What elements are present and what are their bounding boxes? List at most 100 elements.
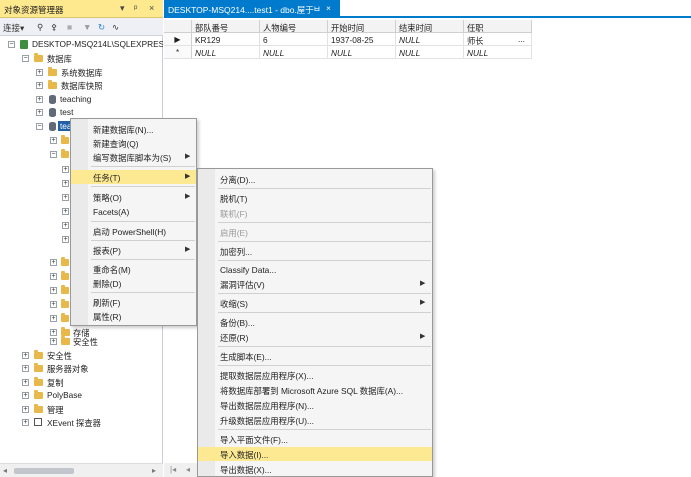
scroll-left-icon[interactable]: ◂ (3, 466, 7, 475)
menu-item-import-flat-file[interactable]: 导入平面文件(F)... (198, 432, 432, 446)
tree-node-xevent[interactable]: + XEvent 探查器 (22, 416, 163, 429)
ellipsis-button[interactable]: ... (518, 34, 525, 44)
expand-icon[interactable]: + (36, 69, 43, 76)
pin-icon[interactable]: ㅂ (313, 3, 321, 15)
expand-icon[interactable]: + (50, 259, 57, 266)
tree-node-server[interactable]: − DESKTOP-MSQ214L\SQLEXPRESS (8, 38, 163, 51)
menu-item-encrypt-columns[interactable]: 加密列... (198, 244, 432, 258)
menu-item-bring-online[interactable]: 联机(F) (198, 206, 432, 220)
close-icon[interactable]: × (149, 3, 154, 13)
grid-cell[interactable]: NULL (464, 46, 532, 59)
tree-node-server-objects[interactable]: + 服务器对象 (22, 362, 163, 375)
disconnect-icon[interactable]: ⚴ (51, 22, 57, 33)
menu-item-upgrade-data-tier[interactable]: 升级数据层应用程序(U)... (198, 413, 432, 427)
menu-item-properties[interactable]: 属性(R) (71, 309, 196, 323)
tree-node-subfolder[interactable]: + (50, 298, 70, 311)
expand-icon[interactable]: + (36, 82, 43, 89)
menu-item-policies[interactable]: 策略(O) ▶ (71, 190, 196, 204)
expand-icon[interactable]: + (50, 338, 57, 345)
menu-item-reports[interactable]: 报表(P) ▶ (71, 243, 196, 257)
grid-cell[interactable]: NULL (260, 46, 328, 59)
expand-icon[interactable]: + (62, 194, 69, 201)
menu-item-vulnerability-assessment[interactable]: 漏洞评估(V) ▶ (198, 277, 432, 291)
menu-item-facets[interactable]: Facets(A) (71, 205, 196, 219)
menu-item-shrink[interactable]: 收缩(S) ▶ (198, 296, 432, 310)
table-row-new[interactable]: * NULL NULL NULL NULL NULL (164, 46, 532, 59)
grid-cell[interactable]: 6 (260, 33, 328, 46)
connect-button[interactable]: 连接▾ (3, 22, 24, 34)
refresh-icon[interactable]: ↻ (98, 22, 105, 33)
expand-icon[interactable]: + (22, 419, 29, 426)
grid-cell[interactable]: NULL (328, 46, 396, 59)
grid-cell[interactable]: 1937-08-25 (328, 33, 396, 46)
tree-node-snapshots[interactable]: + 数据库快照 (36, 79, 163, 92)
tree-node-subfolder[interactable]: + (50, 270, 70, 283)
first-record-icon[interactable]: |◂ (170, 465, 176, 474)
tree-node-db-security[interactable]: + 安全性 (50, 335, 163, 348)
menu-item-new-database[interactable]: 新建数据库(N)... (71, 122, 196, 136)
menu-item-deploy-azure[interactable]: 将数据库部署到 Microsoft Azure SQL 数据库(A)... (198, 383, 432, 397)
expand-icon[interactable]: + (36, 96, 43, 103)
expand-icon[interactable]: + (50, 301, 57, 308)
previous-record-icon[interactable]: ◂ (186, 465, 190, 474)
menu-item-classify-data[interactable]: Classify Data... (198, 263, 432, 277)
scrollbar-thumb[interactable] (14, 468, 74, 474)
grid-cell[interactable]: KR129 (192, 33, 260, 46)
menu-item-export-data[interactable]: 导出数据(X)... (198, 462, 432, 476)
expand-icon[interactable]: + (22, 406, 29, 413)
column-header[interactable]: 部队番号 (192, 20, 260, 33)
tree-node-databases[interactable]: − 数据库 (22, 52, 163, 65)
close-icon[interactable]: × (326, 3, 331, 13)
filter-icon[interactable]: ▼ (83, 22, 91, 32)
grid-cell[interactable]: NULL (396, 46, 464, 59)
expand-icon[interactable]: + (62, 180, 69, 187)
stop-icon[interactable]: ■ (67, 22, 72, 32)
menu-item-refresh[interactable]: 刷新(F) (71, 295, 196, 309)
menu-item-export-data-tier[interactable]: 导出数据层应用程序(N)... (198, 398, 432, 412)
menu-item-backup[interactable]: 备份(B)... (198, 315, 432, 329)
expand-icon[interactable]: + (50, 287, 57, 294)
menu-item-tasks[interactable]: 任务(T) ▶ (71, 170, 196, 184)
collapse-icon[interactable]: − (50, 151, 57, 158)
horizontal-scrollbar[interactable]: ◂ ▸ (0, 463, 163, 477)
tree-node-management[interactable]: + 管理 (22, 403, 163, 416)
menu-item-take-offline[interactable]: 脱机(T) (198, 191, 432, 205)
pin-icon[interactable]: ᵖ (134, 3, 137, 13)
collapse-icon[interactable]: − (8, 41, 15, 48)
expand-icon[interactable]: + (62, 166, 69, 173)
menu-item-delete[interactable]: 删除(D) (71, 276, 196, 290)
expand-icon[interactable]: + (62, 222, 69, 229)
menu-item-powershell[interactable]: 启动 PowerShell(H) (71, 224, 196, 238)
scroll-right-icon[interactable]: ▸ (152, 466, 156, 475)
tree-node-subfolder[interactable]: + (50, 312, 70, 325)
column-header[interactable]: 结束时间 (396, 20, 464, 33)
menu-item-script-database[interactable]: 编写数据库脚本为(S) ▶ (71, 150, 196, 164)
collapse-icon[interactable]: − (22, 55, 29, 62)
tab-table-edit[interactable]: DESKTOP-MSQ214....test1 - dbo.屋于 ㅂ × (164, 0, 340, 18)
grid-cell[interactable]: NULL (192, 46, 260, 59)
tree-node-subfolder[interactable]: + (50, 134, 70, 147)
tree-node-system-databases[interactable]: + 系统数据库 (36, 66, 163, 79)
menu-item-new-query[interactable]: 新建查询(Q) (71, 136, 196, 150)
expand-icon[interactable]: + (22, 352, 29, 359)
tree-node-db-teaching[interactable]: + teaching (36, 93, 163, 106)
menu-item-restore[interactable]: 还原(R) ▶ (198, 330, 432, 344)
activity-icon[interactable]: ∿ (112, 22, 119, 33)
expand-icon[interactable]: + (22, 365, 29, 372)
row-selector[interactable]: ▶ (164, 33, 192, 46)
tree-node-subfolder[interactable]: − (50, 148, 70, 161)
menu-item-generate-scripts[interactable]: 生成脚本(E)... (198, 349, 432, 363)
table-row[interactable]: ▶ KR129 6 1937-08-25 NULL 师长 ... (164, 33, 532, 46)
expand-icon[interactable]: + (62, 236, 69, 243)
tree-node-security[interactable]: + 安全性 (22, 349, 163, 362)
expand-icon[interactable]: + (36, 109, 43, 116)
expand-icon[interactable]: + (50, 315, 57, 322)
column-header[interactable]: 任职 (464, 20, 532, 33)
expand-icon[interactable]: + (50, 273, 57, 280)
grid-cell[interactable]: NULL (396, 33, 464, 46)
plug-icon[interactable]: ⚲ (37, 22, 43, 33)
menu-item-rename[interactable]: 重命名(M) (71, 262, 196, 276)
dropdown-icon[interactable]: ▾ (120, 3, 125, 14)
menu-item-enable[interactable]: 启用(E) (198, 225, 432, 239)
menu-item-detach[interactable]: 分离(D)... (198, 172, 432, 186)
